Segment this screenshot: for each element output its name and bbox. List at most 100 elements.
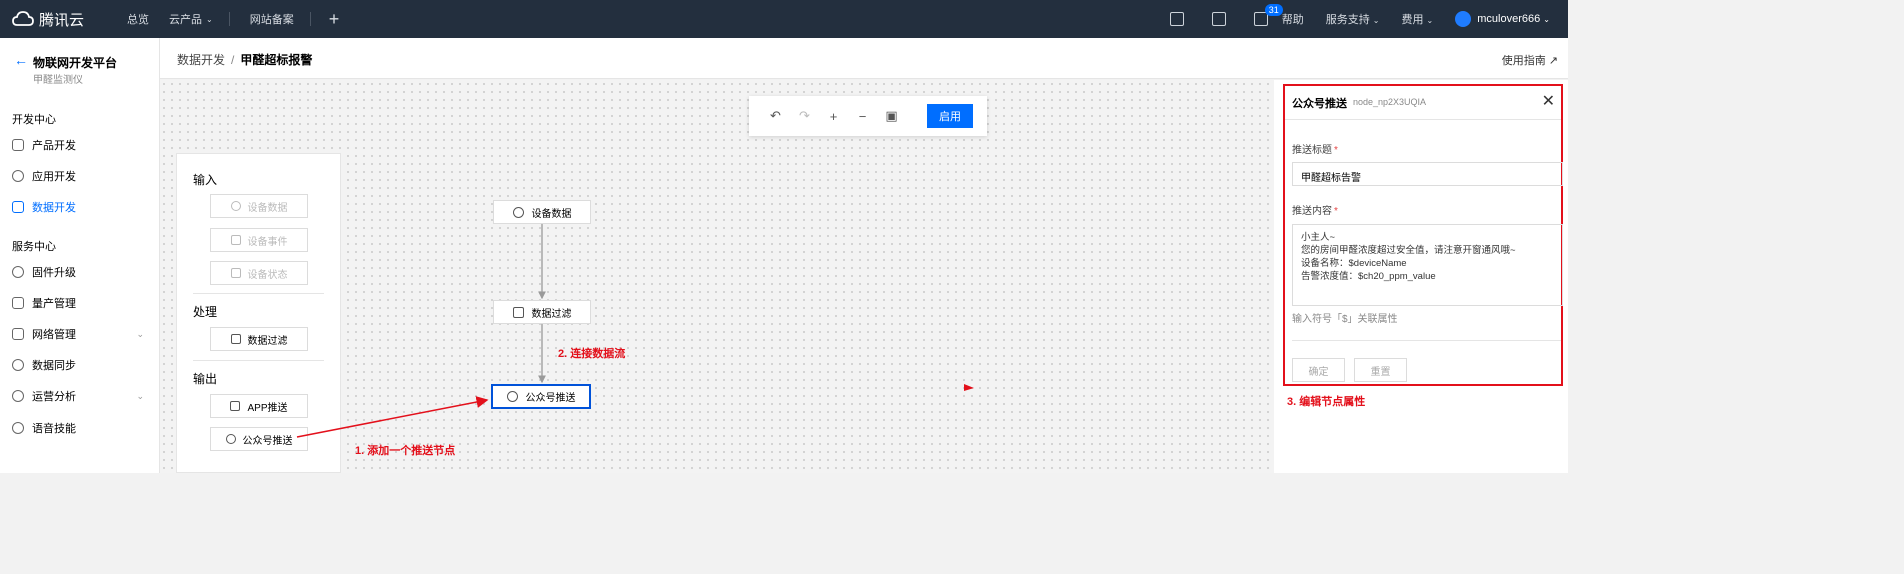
flow-node-label: 公众号推送 bbox=[525, 393, 576, 404]
list-icon bbox=[12, 297, 24, 309]
mail-count-badge: 31 bbox=[1264, 4, 1283, 16]
pie-chart-icon bbox=[230, 201, 241, 211]
back-arrow-icon[interactable]: ← bbox=[14, 52, 28, 68]
chevron-down-icon: ⌄ bbox=[136, 390, 144, 401]
sidebar-item-label: 固件升级 bbox=[32, 267, 76, 279]
push-content-textarea[interactable]: 小主人~ 您的房间甲醛浓度超过安全值，请注意开窗通风哦~ 设备名称：$devic… bbox=[1292, 224, 1563, 306]
guide-link[interactable]: 使用指南 ↗ bbox=[1502, 52, 1558, 68]
sidebar-item-label: 产品开发 bbox=[32, 140, 76, 152]
redo-icon[interactable]: ↷ bbox=[790, 108, 819, 124]
save-icon[interactable]: ▣ bbox=[877, 108, 906, 124]
palette-node-label: 设备状态 bbox=[247, 269, 288, 281]
palette-node-label: 数据过滤 bbox=[247, 335, 288, 347]
node-id: node_np2X3UQIA bbox=[1353, 97, 1427, 107]
palette-input-heading: 输入 bbox=[193, 173, 218, 187]
app-icon bbox=[12, 170, 24, 182]
filter-icon bbox=[512, 306, 524, 318]
wechat-icon bbox=[225, 434, 236, 444]
sidebar-item-label: 量产管理 bbox=[32, 298, 76, 310]
zoom-in-icon[interactable]: + bbox=[819, 109, 848, 124]
mail-icon[interactable]: 31 bbox=[1253, 4, 1283, 26]
avatar[interactable] bbox=[1455, 11, 1472, 27]
nav-products-label: 云产品 bbox=[169, 14, 202, 26]
sidebar: ← 物联网开发平台 甲醛监测仪 开发中心 产品开发 应用开发 数据开发 服务中心… bbox=[0, 38, 160, 473]
content-hint: 输入符号「$」关联属性 bbox=[1292, 314, 1398, 325]
reset-button[interactable]: 重置 bbox=[1354, 358, 1407, 382]
nav-icp[interactable]: 网站备案 bbox=[250, 11, 294, 27]
palette-node-label: 设备数据 bbox=[247, 202, 288, 214]
content-line: 设备名称：$deviceName bbox=[1301, 258, 1407, 269]
network-icon bbox=[12, 328, 24, 340]
palette-divider bbox=[193, 293, 324, 294]
canvas-toolbar: ↶ ↷ + − ▣ 启用 bbox=[749, 96, 987, 136]
required-mark: * bbox=[1334, 206, 1338, 217]
breadcrumb-separator: / bbox=[231, 53, 235, 67]
brand-logo[interactable]: 腾讯云 bbox=[12, 9, 107, 30]
nav-divider bbox=[309, 12, 311, 26]
annotation-step1: 1. 添加一个推送节点 bbox=[355, 445, 456, 457]
qrcode-icon[interactable] bbox=[1169, 12, 1184, 26]
palette-node-wechat-push[interactable]: 公众号推送 bbox=[210, 427, 308, 451]
user-menu[interactable]: mculover666 ⌄ bbox=[1477, 13, 1550, 25]
flow-node-data-filter[interactable]: 数据过滤 bbox=[493, 300, 591, 324]
nav-overview[interactable]: 总览 bbox=[127, 11, 149, 27]
sidebar-item-analytics[interactable]: 运营分析 ⌄ bbox=[12, 388, 152, 404]
sidebar-item-product-dev[interactable]: 产品开发 bbox=[12, 137, 152, 153]
zoom-out-icon[interactable]: − bbox=[848, 109, 877, 124]
sidebar-item-label: 数据开发 bbox=[32, 202, 76, 214]
sidebar-item-label: 语音技能 bbox=[32, 423, 76, 435]
flow-node-label: 数据过滤 bbox=[531, 308, 572, 320]
push-title-input[interactable]: 甲醛超标告警 bbox=[1292, 162, 1563, 186]
billing-label: 费用 bbox=[1401, 14, 1424, 26]
flow-node-device-data[interactable]: 设备数据 bbox=[493, 200, 591, 224]
sidebar-item-data-dev[interactable]: 数据开发 bbox=[12, 199, 152, 215]
sidebar-item-label: 网络管理 bbox=[32, 329, 76, 341]
billing-menu[interactable]: 费用 ⌄ bbox=[1401, 11, 1433, 27]
help-link[interactable]: 帮助 bbox=[1282, 11, 1304, 27]
page-header: 数据开发 / 甲醛超标报警 使用指南 ↗ bbox=[160, 38, 1568, 79]
palette-node-device-data[interactable]: 设备数据 bbox=[210, 194, 308, 218]
undo-icon[interactable]: ↶ bbox=[761, 108, 790, 124]
nav-products[interactable]: 云产品 ⌄ bbox=[169, 11, 213, 27]
palette-node-device-event[interactable]: 设备事件 bbox=[210, 228, 308, 252]
document-icon[interactable] bbox=[1211, 12, 1226, 26]
project-name: 甲醛监测仪 bbox=[33, 75, 83, 86]
sidebar-item-data-sync[interactable]: 数据同步 bbox=[12, 357, 152, 373]
wechat-icon bbox=[506, 391, 518, 402]
breadcrumb: 数据开发 / 甲醛超标报警 bbox=[177, 51, 312, 68]
chevron-down-icon: ⌄ bbox=[1372, 16, 1380, 25]
external-link-icon: ↗ bbox=[1548, 55, 1558, 67]
chevron-down-icon: ⌄ bbox=[1426, 16, 1434, 25]
node-properties-panel: 公众号推送 node_np2X3UQIA ✕ 推送标题 * 甲醛超标告警 推送内容… bbox=[1283, 84, 1563, 386]
panel-divider bbox=[1292, 340, 1561, 341]
breadcrumb-parent[interactable]: 数据开发 bbox=[177, 53, 225, 67]
sidebar-item-label: 运营分析 bbox=[32, 391, 76, 403]
confirm-button[interactable]: 确定 bbox=[1292, 358, 1345, 382]
sidebar-item-network[interactable]: 网络管理 ⌄ bbox=[12, 326, 152, 342]
panel-title: 公众号推送 bbox=[1292, 98, 1347, 110]
palette-node-label: 公众号推送 bbox=[242, 435, 293, 447]
event-icon bbox=[230, 235, 241, 245]
sidebar-item-voice[interactable]: 语音技能 bbox=[12, 420, 152, 436]
service-center-heading: 服务中心 bbox=[12, 241, 56, 253]
content-line: 告警浓度值：$ch20_ppm_value bbox=[1301, 271, 1436, 282]
palette-node-data-filter[interactable]: 数据过滤 bbox=[210, 327, 308, 351]
close-icon[interactable]: ✕ bbox=[1542, 91, 1555, 111]
push-content-label-text: 推送内容 bbox=[1292, 206, 1332, 217]
content-line: 您的房间甲醛浓度超过安全值，请注意开窗通风哦~ bbox=[1301, 245, 1516, 256]
enable-button[interactable]: 启用 bbox=[927, 104, 973, 128]
support-menu[interactable]: 服务支持 ⌄ bbox=[1326, 11, 1380, 27]
sidebar-item-app-dev[interactable]: 应用开发 bbox=[12, 168, 152, 184]
analytics-icon bbox=[12, 390, 24, 402]
palette-process-heading: 处理 bbox=[193, 305, 218, 319]
flow-node-wechat-push[interactable]: 公众号推送 bbox=[491, 384, 591, 409]
palette-node-app-push[interactable]: APP推送 bbox=[210, 394, 308, 418]
palette-node-label: 设备事件 bbox=[247, 236, 288, 248]
sync-icon bbox=[12, 359, 24, 371]
content-line: 小主人~ bbox=[1301, 232, 1336, 243]
sidebar-item-firmware[interactable]: 固件升级 bbox=[12, 264, 152, 280]
sidebar-item-mass-production[interactable]: 量产管理 bbox=[12, 295, 152, 311]
palette-node-device-status[interactable]: 设备状态 bbox=[210, 261, 308, 285]
add-shortcut-icon[interactable]: + bbox=[329, 9, 340, 30]
top-nav-bar: 腾讯云 总览 云产品 ⌄ 网站备案 + 31 帮助 服务支持 ⌄ 费用 ⌄ mcu… bbox=[0, 0, 1568, 38]
